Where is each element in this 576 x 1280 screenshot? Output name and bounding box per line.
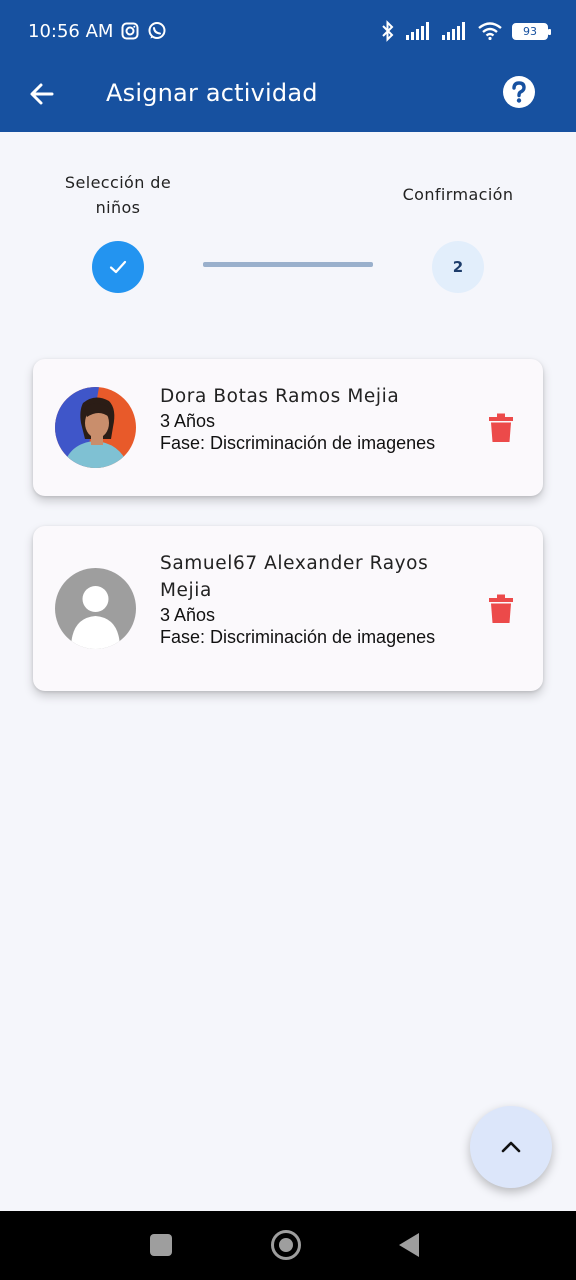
battery-icon: 93 [512, 22, 551, 40]
child-card[interactable]: Dora Botas Ramos Mejia 3 Años Fase: Disc… [33, 359, 543, 496]
status-bar: 10:56 AM 93 [0, 0, 576, 62]
battery-level: 93 [523, 24, 537, 38]
step-label-selection: Selección de niños [64, 173, 172, 217]
step-connector [203, 262, 373, 267]
child-name: Dora Botas Ramos Mejia [160, 386, 400, 407]
arrow-left-icon[interactable] [26, 78, 58, 110]
child-phase: Fase: Discriminación de imagenes [160, 627, 436, 647]
recent-apps-square-icon[interactable] [150, 1234, 172, 1256]
chevron-up-icon [501, 1141, 521, 1153]
step-label-confirmation: Confirmación [402, 185, 514, 204]
back-triangle-icon[interactable] [399, 1233, 419, 1257]
avatar [55, 387, 136, 468]
step-2-circle[interactable]: 2 [432, 241, 484, 293]
check-icon [109, 260, 127, 274]
status-time: 10:56 AM [28, 20, 114, 42]
step-1-done[interactable] [92, 241, 144, 293]
child-age: 3 Años [160, 605, 216, 625]
wifi-icon [478, 22, 502, 40]
child-age: 3 Años [160, 411, 216, 431]
help-circle-icon[interactable] [502, 75, 536, 109]
trash-icon[interactable] [488, 594, 514, 624]
child-name: Samuel67 Alexander Rayos Mejia [160, 553, 429, 601]
signal-icon [406, 22, 429, 40]
page-title: Asignar actividad [106, 79, 318, 107]
bluetooth-icon [382, 20, 394, 42]
system-nav-bar [0, 1211, 576, 1280]
step-2-number: 2 [452, 258, 464, 276]
home-circle-icon[interactable] [271, 1230, 301, 1260]
stepper: Selección de niños Confirmación 2 [0, 132, 576, 322]
avatar-placeholder-icon [55, 568, 136, 649]
signal-icon [442, 22, 465, 40]
scroll-up-button[interactable] [470, 1106, 552, 1188]
whatsapp-icon [148, 22, 166, 39]
toolbar: Asignar actividad [0, 62, 576, 132]
child-phase: Fase: Discriminación de imagenes [160, 433, 436, 453]
trash-icon[interactable] [488, 413, 514, 443]
child-card[interactable]: Samuel67 Alexander Rayos Mejia 3 Años Fa… [33, 526, 543, 691]
instagram-icon [121, 22, 139, 40]
app-bar: 10:56 AM 93 Asignar actividad [0, 0, 576, 132]
